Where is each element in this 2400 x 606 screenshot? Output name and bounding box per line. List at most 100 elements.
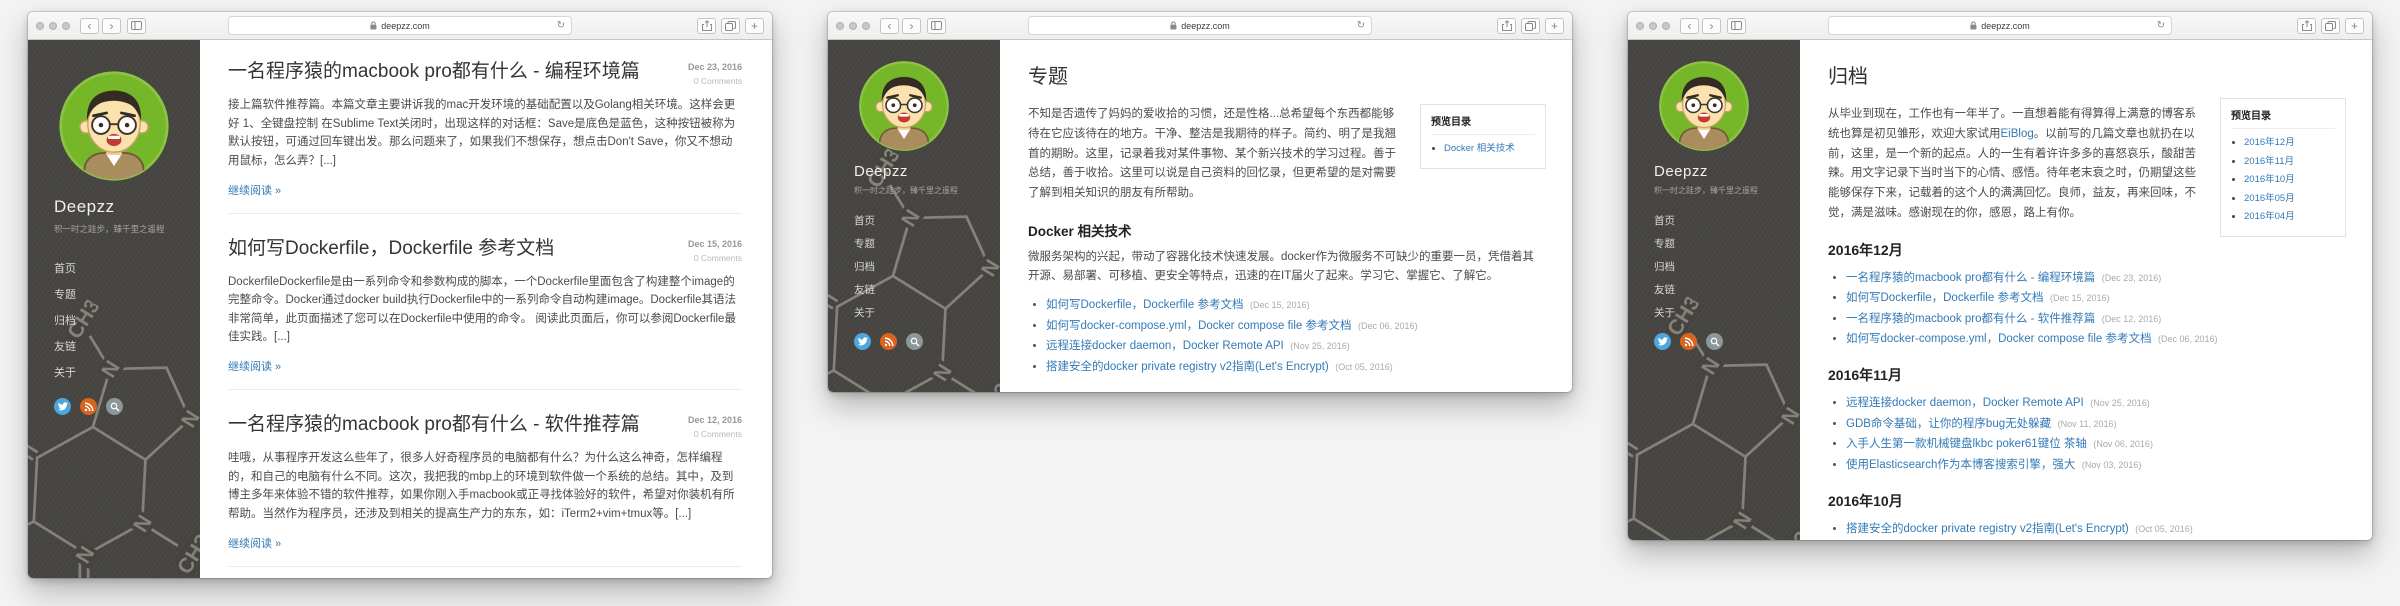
archive-month-heading: 2016年10月 (1828, 491, 2342, 511)
back-button[interactable]: ‹ (80, 18, 99, 34)
post-link[interactable]: 如何写docker-compose.yml，Docker compose fil… (1046, 320, 1351, 332)
archive-month-section: 2016年11月 远程连接docker daemon，Docker Remote… (1828, 365, 2342, 475)
lock-icon (370, 21, 377, 30)
zoom-button[interactable] (862, 22, 870, 30)
sidebar-item-4[interactable]: 关于 (854, 301, 1000, 324)
refresh-icon[interactable]: ↻ (1357, 20, 1365, 31)
forward-button[interactable]: › (102, 18, 121, 34)
zoom-button[interactable] (1662, 22, 1670, 30)
sidebar-item-2[interactable]: 归档 (54, 307, 200, 333)
sidebar-item-0[interactable]: 首页 (54, 255, 200, 281)
post-link[interactable]: 入手人生第一款机械键盘lkbc poker61键位 茶轴 (1846, 438, 2087, 450)
forward-button[interactable]: › (902, 18, 921, 34)
article-title[interactable]: 如何写Dockerfile，Dockerfile 参考文档 (228, 237, 652, 262)
toc-link[interactable]: 2016年04月 (2244, 211, 2295, 222)
share-button[interactable] (2297, 18, 2316, 34)
search-icon[interactable] (106, 398, 123, 415)
post-link[interactable]: 如何写Dockerfile，Dockerfile 参考文档 (1046, 299, 1243, 311)
post-link[interactable]: 一名程序猿的macbook pro都有什么 - 软件推荐篇 (1846, 313, 2095, 325)
post-link[interactable]: 远程连接docker daemon，Docker Remote API (1046, 340, 1284, 352)
close-button[interactable] (836, 22, 844, 30)
sidebar-item-2[interactable]: 归档 (854, 255, 1000, 278)
search-icon[interactable] (906, 333, 923, 350)
read-more-link[interactable]: 继续阅读 » (228, 358, 281, 374)
post-link[interactable]: 使用Elasticsearch作为本博客搜索引擎，强大 (1846, 459, 2075, 471)
sidebar-item-4[interactable]: 关于 (54, 359, 200, 385)
archive-month-section: 2016年10月 搭建安全的docker private registry v2… (1828, 491, 2342, 539)
refresh-icon[interactable]: ↻ (2157, 20, 2165, 31)
post-link[interactable]: 搭建安全的docker private registry v2指南(Let's … (1846, 523, 2129, 535)
article: 如何写Dockerfile，Dockerfile 参考文档 Dec 15, 20… (228, 229, 742, 391)
social-links (54, 398, 200, 415)
blog-tagline: 积一时之跬步，臻千里之遥程 (1654, 185, 1800, 196)
close-button[interactable] (36, 22, 44, 30)
twitter-icon[interactable] (1654, 333, 1671, 350)
toc-link[interactable]: 2016年05月 (2244, 193, 2295, 204)
address-bar[interactable]: deepzz.com ↻ (1828, 16, 2172, 35)
sidebar-item-2[interactable]: 归档 (1654, 255, 1800, 278)
post-link[interactable]: 远程连接docker daemon，Docker Remote API (1846, 397, 2084, 409)
address-bar[interactable]: deepzz.com ↻ (228, 16, 572, 35)
twitter-icon[interactable] (54, 398, 71, 415)
close-button[interactable] (1636, 22, 1644, 30)
zoom-button[interactable] (62, 22, 70, 30)
rss-icon[interactable] (80, 398, 97, 415)
rss-icon[interactable] (880, 333, 897, 350)
eiblog-link[interactable]: EiBlog (2001, 128, 2034, 140)
read-more-link[interactable]: 继续阅读 » (228, 535, 281, 551)
sidebar-item-3[interactable]: 友链 (854, 278, 1000, 301)
article-title[interactable]: 一名程序猿的macbook pro都有什么 - 编程环境篇 (228, 60, 652, 85)
toc-link[interactable]: 2016年12月 (2244, 137, 2295, 148)
post-link[interactable]: 如何写docker-compose.yml，Docker compose fil… (1846, 333, 2151, 345)
minimize-button[interactable] (849, 22, 857, 30)
back-button[interactable]: ‹ (1680, 18, 1699, 34)
share-button[interactable] (697, 18, 716, 34)
address-bar[interactable]: deepzz.com ↻ (1028, 16, 1372, 35)
sidebar-item-0[interactable]: 首页 (1654, 209, 1800, 232)
minimize-button[interactable] (1649, 22, 1657, 30)
toc-link[interactable]: Docker 相关技术 (1444, 143, 1515, 154)
twitter-icon[interactable] (854, 333, 871, 350)
new-tab-button[interactable]: + (1545, 18, 1564, 34)
sidebar-item-3[interactable]: 友链 (54, 333, 200, 359)
refresh-icon[interactable]: ↻ (557, 20, 565, 31)
tabs-button[interactable] (1521, 18, 1540, 34)
minimize-button[interactable] (49, 22, 57, 30)
new-tab-button[interactable]: + (745, 18, 764, 34)
toc-item: 2016年04月 (2244, 208, 2335, 227)
sidebar-toggle-button[interactable] (127, 18, 146, 34)
sidebar-item-1[interactable]: 专题 (854, 232, 1000, 255)
article-meta: Dec 12, 2016 0 Comments (652, 415, 742, 439)
article-title[interactable]: 一名程序猿的macbook pro都有什么 - 软件推荐篇 (228, 413, 652, 438)
toc-box: 预览目录 2016年12月2016年11月2016年10月2016年05月201… (2220, 98, 2346, 237)
share-button[interactable] (1497, 18, 1516, 34)
forward-button[interactable]: › (1702, 18, 1721, 34)
sidebar-item-0[interactable]: 首页 (854, 209, 1000, 232)
sidebar-item-4[interactable]: 关于 (1654, 301, 1800, 324)
post-link[interactable]: 如何写Dockerfile，Dockerfile 参考文档 (1846, 292, 2043, 304)
avatar[interactable] (1658, 60, 1750, 152)
avatar[interactable] (858, 60, 950, 152)
tabs-button[interactable] (721, 18, 740, 34)
article-comments-link[interactable]: 0 Comments (652, 429, 742, 439)
sidebar-toggle-button[interactable] (1727, 18, 1746, 34)
new-tab-button[interactable]: + (2345, 18, 2364, 34)
post-link[interactable]: GDB命令基础，让你的程序bug无处躲藏 (1846, 418, 2051, 430)
toc-link[interactable]: 2016年10月 (2244, 174, 2295, 185)
toc-list: 2016年12月 2016年11月 2016年10月 2016年05月 2016年04月 (2231, 134, 2335, 227)
sidebar-item-1[interactable]: 专题 (1654, 232, 1800, 255)
sidebar-item-3[interactable]: 友链 (1654, 278, 1800, 301)
tabs-button[interactable] (2321, 18, 2340, 34)
sidebar-toggle-button[interactable] (927, 18, 946, 34)
post-link[interactable]: 一名程序猿的macbook pro都有什么 - 编程环境篇 (1846, 272, 2095, 284)
rss-icon[interactable] (1680, 333, 1697, 350)
sidebar-item-1[interactable]: 专题 (54, 281, 200, 307)
search-icon[interactable] (1706, 333, 1723, 350)
post-link[interactable]: 搭建安全的docker private registry v2指南(Let's … (1046, 361, 1329, 373)
toc-link[interactable]: 2016年11月 (2244, 156, 2294, 167)
back-button[interactable]: ‹ (880, 18, 899, 34)
article-comments-link[interactable]: 0 Comments (652, 253, 742, 263)
avatar[interactable] (58, 70, 170, 182)
read-more-link[interactable]: 继续阅读 » (228, 182, 281, 198)
article-comments-link[interactable]: 0 Comments (652, 76, 742, 86)
